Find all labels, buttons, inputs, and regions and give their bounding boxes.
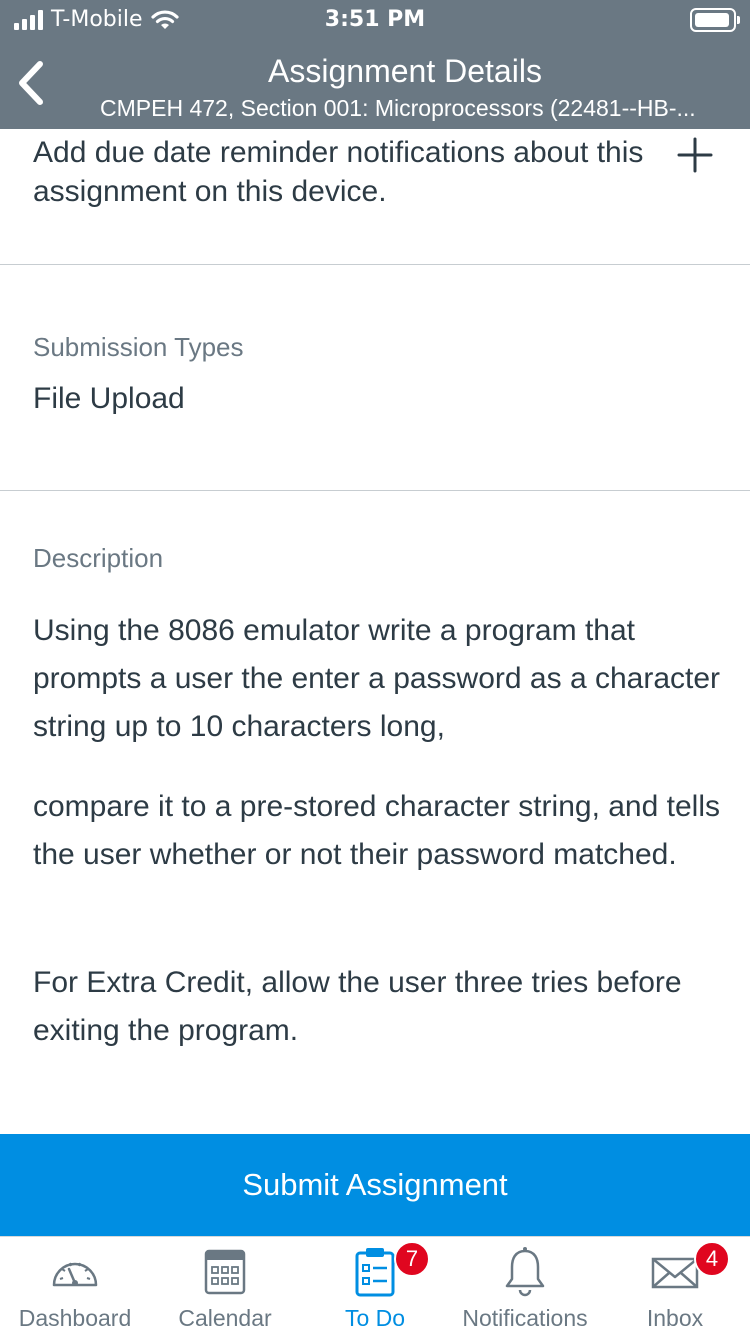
tab-label: Dashboard: [18, 1305, 132, 1331]
calendar-icon: [204, 1249, 246, 1295]
clock: 3:51 PM: [324, 7, 426, 32]
plus-icon: [677, 137, 713, 173]
divider: [0, 264, 750, 265]
back-button[interactable]: [10, 58, 54, 108]
todo-badge: 7: [394, 1241, 430, 1277]
description-paragraph: compare it to a pre-stored character str…: [33, 790, 720, 871]
bell-icon: [505, 1247, 545, 1297]
inbox-badge: 4: [694, 1241, 730, 1277]
description-paragraph: For Extra Credit, allow the user three t…: [33, 966, 682, 1047]
tab-label: Inbox: [646, 1305, 704, 1331]
submission-types-label: Submission Types: [33, 332, 244, 362]
description-label: Description: [33, 543, 164, 573]
tab-label: To Do: [344, 1305, 406, 1331]
dashboard-icon: [52, 1262, 98, 1287]
tab-label: Notifications: [462, 1305, 588, 1331]
submission-types-value: File Upload: [33, 382, 185, 415]
tab-bar: Dashboard Calendar 7 To Do Notifications…: [0, 1236, 750, 1334]
tab-notifications[interactable]: Notifications: [450, 1237, 600, 1335]
todo-icon: [355, 1248, 395, 1297]
tab-dashboard[interactable]: Dashboard: [0, 1237, 150, 1335]
envelope-icon: [651, 1257, 699, 1289]
add-reminder-button[interactable]: [673, 133, 717, 177]
nav-bar: Assignment Details CMPEH 472, Section 00…: [0, 40, 750, 129]
page-title: Assignment Details: [268, 53, 542, 89]
reminder-text: Add due date reminder notifications abou…: [33, 136, 644, 208]
course-subtitle: CMPEH 472, Section 001: Microprocessors …: [100, 95, 696, 121]
tab-inbox[interactable]: 4 Inbox: [600, 1237, 750, 1335]
chevron-left-icon: [19, 61, 43, 105]
tab-calendar[interactable]: Calendar: [150, 1237, 300, 1335]
status-bar: T-Mobile 3:51 PM: [0, 0, 750, 40]
divider: [0, 490, 750, 491]
tab-label: Calendar: [178, 1305, 272, 1331]
submit-assignment-button[interactable]: Submit Assignment: [0, 1134, 750, 1236]
battery-icon: [690, 8, 740, 32]
description-paragraph: Using the 8086 emulator write a program …: [33, 614, 721, 743]
tab-todo[interactable]: 7 To Do: [300, 1237, 450, 1335]
